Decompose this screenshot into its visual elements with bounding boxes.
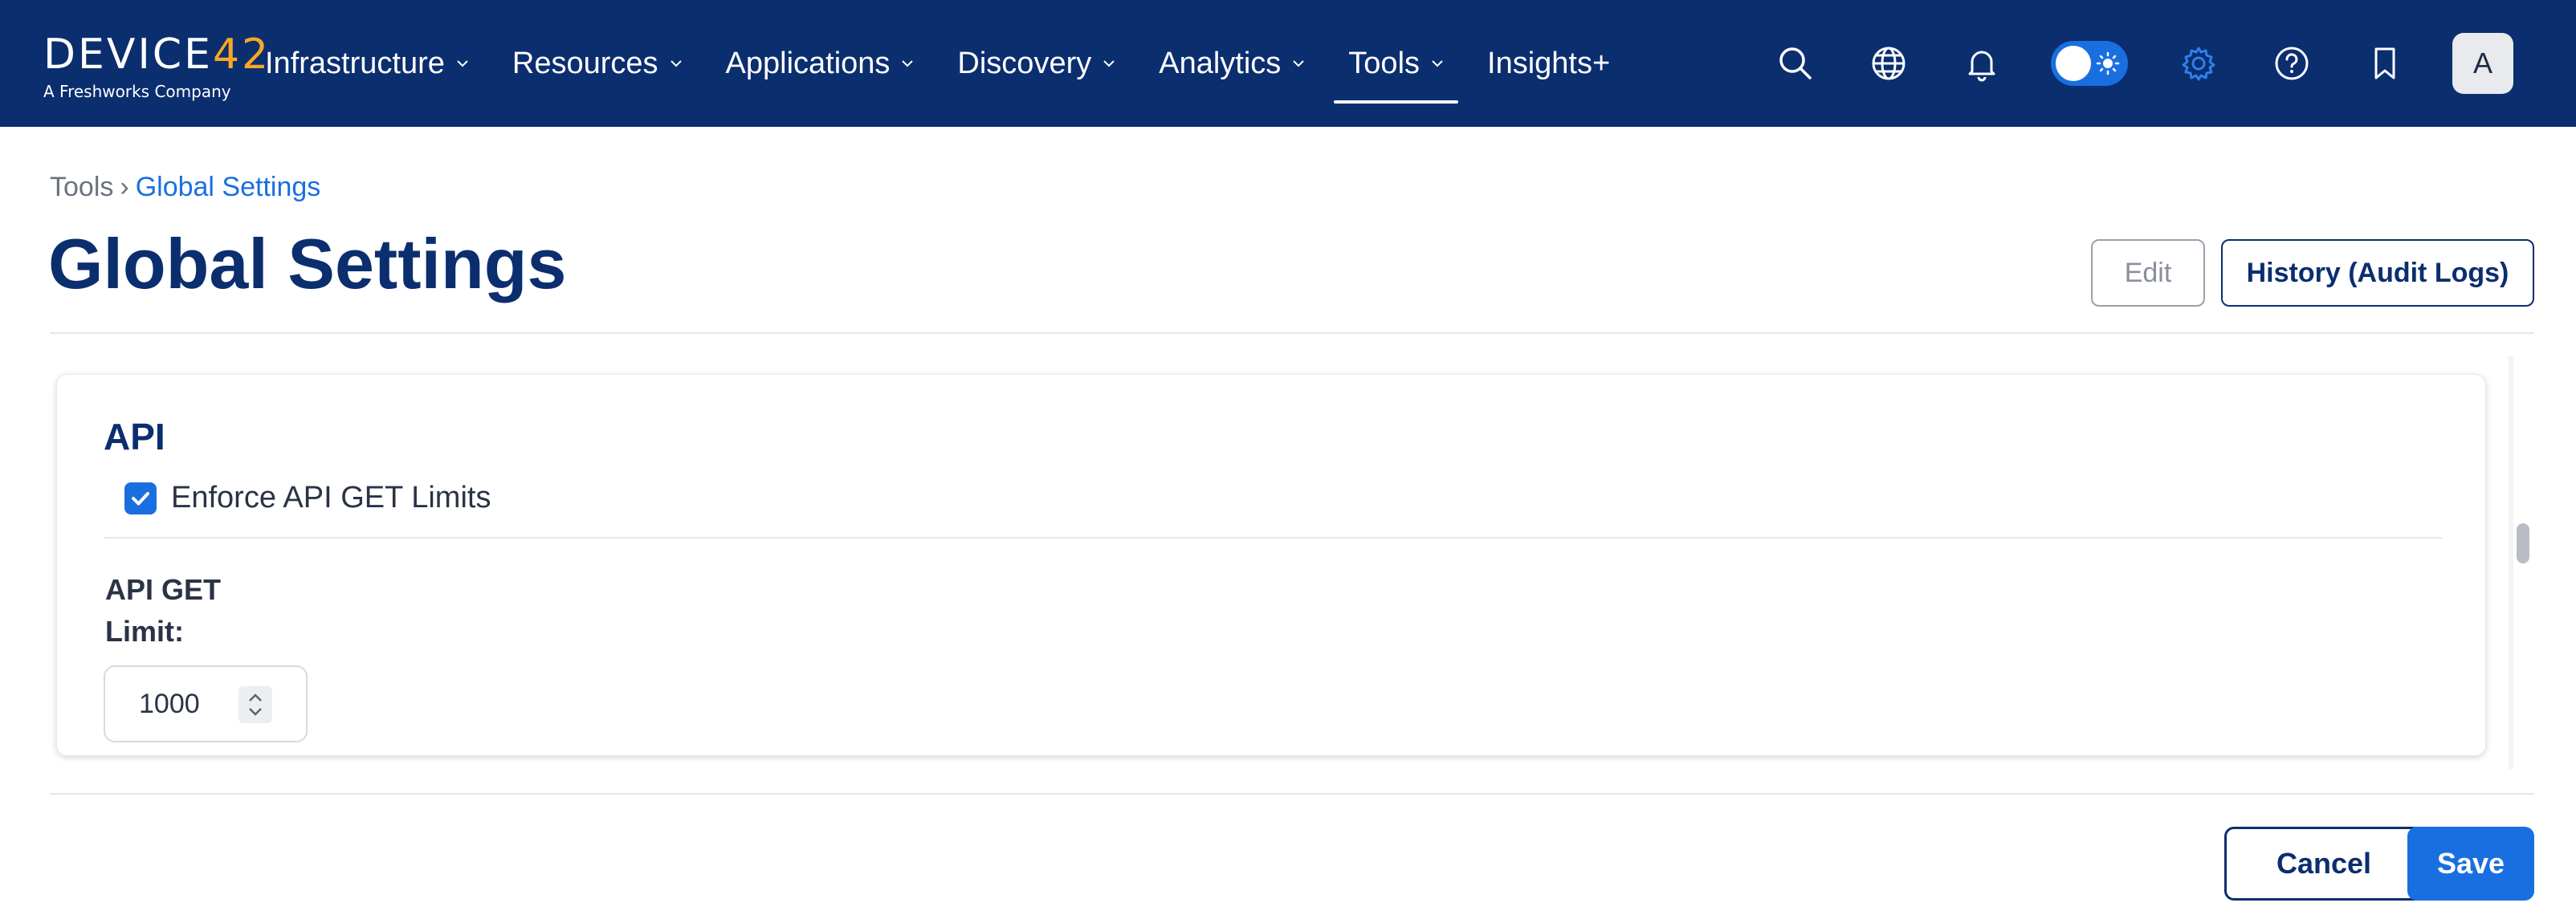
breadcrumb-parent[interactable]: Tools <box>50 172 113 202</box>
nav-label: Tools <box>1348 46 1420 80</box>
enforce-api-get-limits-row: Enforce API GET Limits <box>124 481 491 515</box>
cancel-button[interactable]: Cancel <box>2224 827 2423 901</box>
globe-icon[interactable] <box>1866 41 1911 86</box>
page-title: Global Settings <box>48 224 567 303</box>
settings-scroll-area: API Enforce API GET Limits API GET Limit… <box>50 356 2534 769</box>
help-icon[interactable] <box>2269 41 2314 86</box>
bell-icon[interactable] <box>1959 41 2004 86</box>
nav-insights[interactable]: Insights+ <box>1487 23 1610 104</box>
section-title: API <box>104 416 165 458</box>
api-get-limit-input[interactable]: 1000 <box>104 665 308 742</box>
checkbox-label: Enforce API GET Limits <box>171 481 491 514</box>
breadcrumb-current[interactable]: Global Settings <box>136 172 321 202</box>
save-button[interactable]: Save <box>2407 827 2534 901</box>
input-value: 1000 <box>139 688 200 719</box>
nav-utilities: A <box>1725 0 2513 127</box>
stepper-arrows-icon <box>249 693 262 716</box>
logo-wordmark: DEVICE <box>43 31 213 79</box>
nav-label: Applications <box>725 46 891 80</box>
label-line-2: Limit: <box>105 615 184 648</box>
scrollbar-thumb[interactable] <box>2517 523 2529 563</box>
nav-discovery[interactable]: Discovery <box>957 23 1115 104</box>
breadcrumb-separator: › <box>120 172 129 202</box>
nav-label: Resources <box>512 46 658 80</box>
api-settings-card: API Enforce API GET Limits API GET Limit… <box>56 374 2486 756</box>
footer-divider <box>50 793 2534 795</box>
enforce-api-get-limits-checkbox[interactable] <box>124 482 157 514</box>
card-divider <box>104 537 2442 539</box>
header-divider <box>50 332 2534 334</box>
chevron-down-icon <box>1432 60 1443 67</box>
gear-icon[interactable] <box>2176 41 2221 86</box>
device42-logo[interactable]: DEVICE42 A Freshworks Company <box>43 31 268 104</box>
chevron-down-icon <box>1103 60 1115 67</box>
nav-label: Insights+ <box>1487 46 1611 80</box>
nav-label: Infrastructure <box>265 46 445 80</box>
nav-resources[interactable]: Resources <box>512 23 683 104</box>
toggle-knob <box>2056 46 2091 81</box>
chevron-down-icon <box>902 60 914 67</box>
chevron-down-icon <box>670 60 682 67</box>
nav-label: Discovery <box>957 46 1092 80</box>
theme-toggle[interactable] <box>2051 41 2128 86</box>
sun-icon <box>2096 51 2120 75</box>
api-get-limit-label: API GET Limit: <box>105 569 221 653</box>
scrollbar-track <box>2509 356 2513 769</box>
nav-analytics[interactable]: Analytics <box>1159 23 1305 104</box>
label-line-1: API GET <box>105 573 222 606</box>
search-icon[interactable] <box>1773 41 1818 86</box>
nav-applications[interactable]: Applications <box>726 23 915 104</box>
bookmark-icon[interactable] <box>2362 41 2407 86</box>
chevron-down-icon <box>1293 60 1305 67</box>
breadcrumb: Tools › Global Settings <box>50 172 320 203</box>
main-nav: Infrastructure Resources Applications Di… <box>265 0 1653 127</box>
edit-button[interactable]: Edit <box>2091 239 2205 307</box>
history-audit-logs-button[interactable]: History (Audit Logs) <box>2221 239 2534 307</box>
logo-subtitle: A Freshworks Company <box>43 82 231 101</box>
number-stepper[interactable] <box>238 686 272 723</box>
top-nav: DEVICE42 A Freshworks Company Infrastruc… <box>0 0 2576 127</box>
nav-tools[interactable]: Tools <box>1334 23 1458 104</box>
check-icon <box>132 491 149 505</box>
nav-infrastructure[interactable]: Infrastructure <box>265 23 469 104</box>
logo-accent: 42 <box>212 31 271 79</box>
avatar[interactable]: A <box>2452 33 2513 94</box>
nav-label: Analytics <box>1159 46 1282 80</box>
chevron-down-icon <box>457 60 468 67</box>
